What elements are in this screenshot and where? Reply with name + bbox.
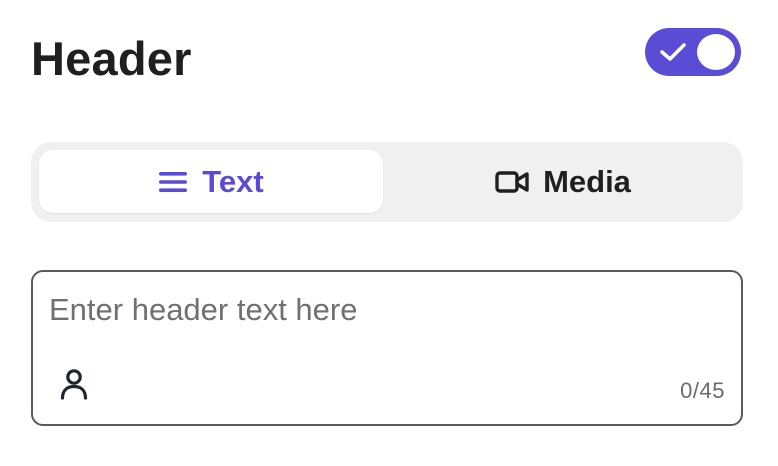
toggle-knob	[697, 34, 735, 70]
character-counter: 0/45	[680, 378, 725, 403]
content-type-switcher: Text Media	[31, 142, 743, 222]
header-text-input[interactable]	[49, 292, 719, 342]
tab-media[interactable]: Media	[391, 150, 735, 213]
check-icon	[660, 43, 686, 61]
person-icon[interactable]	[59, 368, 89, 400]
header-toggle[interactable]	[645, 28, 741, 76]
page-title: Header	[31, 32, 192, 85]
lines-icon	[159, 171, 188, 192]
header-text-field: 0/45	[31, 270, 743, 426]
video-camera-icon	[495, 170, 529, 193]
tab-text-label: Text	[202, 163, 264, 199]
tab-text[interactable]: Text	[39, 150, 383, 213]
tab-media-label: Media	[543, 163, 631, 199]
header-settings-panel: Header Text Media 0/45	[0, 0, 778, 466]
